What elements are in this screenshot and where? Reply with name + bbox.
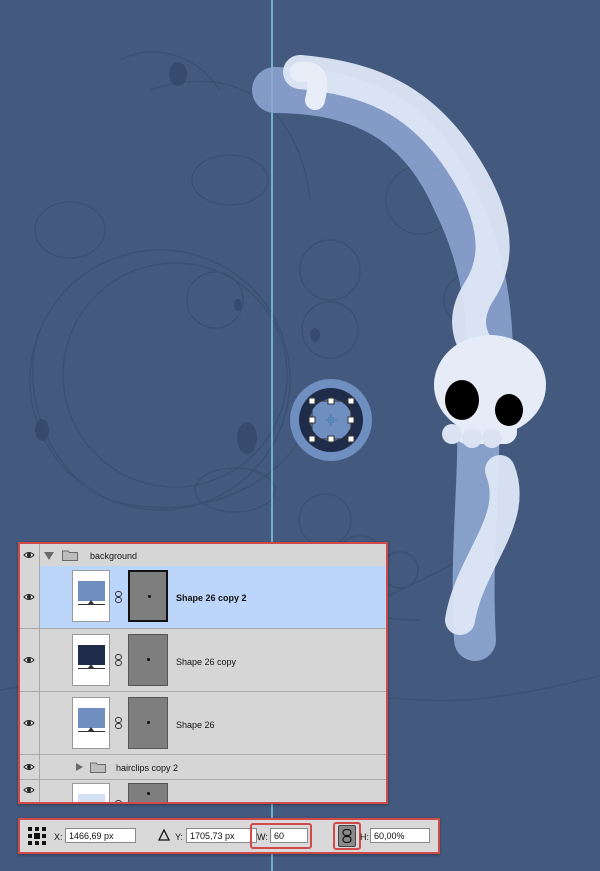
transform-options-bar[interactable]: X: 1466,69 px Y: 1705,73 px W: 60 H: 60,…	[18, 818, 440, 854]
layer-name: Shape 26	[176, 720, 215, 730]
layer-row-shape-26-copy-2[interactable]: Shape 26 copy 2	[20, 566, 386, 629]
color-swatch	[78, 581, 105, 601]
link-icon[interactable]	[115, 717, 122, 729]
vector-mask-thumbnail[interactable]	[128, 783, 168, 802]
w-label: W:	[257, 832, 268, 842]
link-icon[interactable]	[115, 654, 122, 666]
link-icon[interactable]	[115, 800, 122, 804]
visibility-column	[20, 544, 40, 566]
height-field[interactable]: 60,00%	[370, 828, 430, 843]
skull-graphic[interactable]	[434, 335, 546, 448]
eye-icon[interactable]	[23, 593, 35, 601]
eye-icon[interactable]	[23, 656, 35, 664]
eye-icon[interactable]	[23, 786, 35, 794]
reference-point-icon[interactable]	[28, 827, 46, 845]
delta-icon[interactable]	[158, 829, 170, 841]
layer-thumbnail[interactable]	[72, 634, 110, 686]
visibility-column	[20, 692, 40, 754]
layers-panel[interactable]: background Shape 26 copy 2 Shape 26 copy…	[18, 542, 388, 804]
group-label: background	[90, 551, 138, 561]
y-position-field[interactable]: 1705,73 px	[186, 828, 257, 843]
link-icon[interactable]	[115, 591, 122, 603]
layer-group-background[interactable]: background	[20, 544, 386, 567]
visibility-column	[20, 780, 40, 802]
visibility-column	[20, 566, 40, 628]
x-label: X:	[54, 832, 63, 842]
eye-icon[interactable]	[23, 719, 35, 727]
vector-mask-thumbnail[interactable]	[128, 570, 168, 622]
h-label: H:	[360, 832, 369, 842]
maintain-aspect-ratio-button[interactable]	[338, 825, 356, 847]
layer-thumbnail[interactable]	[72, 783, 110, 802]
layer-row-shape-26[interactable]: Shape 26	[20, 692, 386, 755]
vector-mask-thumbnail[interactable]	[128, 634, 168, 686]
layer-thumbnail[interactable]	[72, 697, 110, 749]
expand-triangle-icon[interactable]	[76, 763, 83, 771]
group-label: hairclips copy 2	[116, 763, 179, 773]
color-swatch	[78, 708, 105, 728]
chain-link-icon	[342, 829, 352, 843]
layer-name: Shape 26 copy 2	[176, 593, 247, 603]
layer-name: Shape 26 copy	[176, 657, 237, 667]
layer-row-shape-26-copy[interactable]: Shape 26 copy	[20, 629, 386, 692]
color-swatch	[78, 794, 105, 802]
width-field[interactable]: 60	[270, 828, 308, 843]
eye-icon[interactable]	[23, 763, 35, 771]
folder-icon	[90, 762, 106, 773]
color-swatch	[78, 645, 105, 665]
y-label: Y:	[175, 832, 184, 842]
folder-icon	[62, 550, 78, 561]
expand-triangle-icon[interactable]	[44, 552, 54, 560]
visibility-column	[20, 755, 40, 779]
layer-thumbnail[interactable]	[72, 570, 110, 622]
vector-mask-thumbnail[interactable]	[128, 697, 168, 749]
x-position-field[interactable]: 1466,69 px	[65, 828, 136, 843]
eye-icon[interactable]	[23, 551, 35, 559]
layer-group-hairclips-copy-2[interactable]: hairclips copy 2	[20, 755, 386, 780]
layer-row-partial[interactable]	[20, 780, 386, 804]
visibility-column	[20, 629, 40, 691]
